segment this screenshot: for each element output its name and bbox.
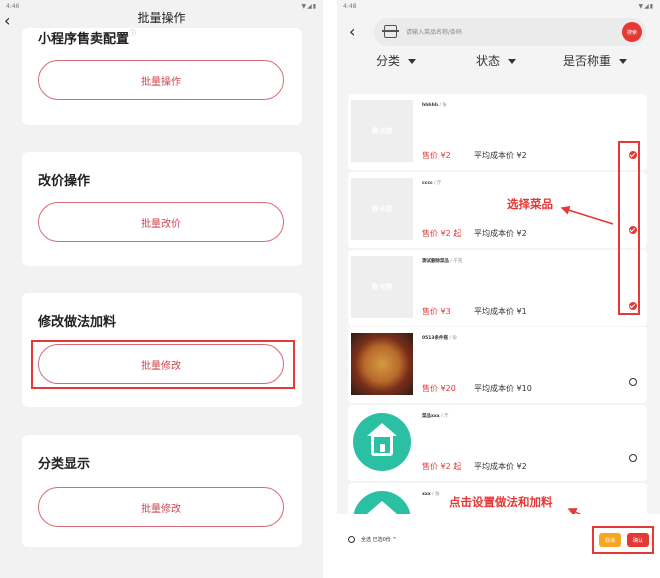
list-item[interactable]: 收卡控 hhhhh / 份 售价 ¥2 平均成本价 ¥2 (348, 94, 647, 170)
dish-image (351, 411, 413, 473)
dish-name: 0513条件搭 / 份 (422, 336, 457, 341)
status-icons: ▼◢▮ (638, 3, 654, 10)
card-title: 分类显示 (38, 457, 91, 472)
dish-cost: 平均成本价 ¥10 (474, 384, 532, 393)
left-screen: 4:46 ▼◢▮ ‹ 批量操作 小程序售卖配置ⓘ 批量操作 改价操作 批量改价 … (0, 0, 323, 578)
dish-price: 售价 ¥20 (422, 384, 456, 393)
dropdown-icon (619, 59, 628, 64)
dish-cost: 平均成本价 ¥2 (474, 462, 527, 471)
list-item[interactable]: 0513条件搭 / 份 售价 ¥20 平均成本价 ¥10 (348, 327, 647, 403)
dish-name: cccc / 斤 (422, 181, 442, 186)
search-header: ‹ 请输入菜品名称/条码 搜索 (337, 14, 660, 48)
filter-status[interactable]: 状态 (476, 52, 517, 69)
highlight-box (31, 340, 295, 389)
info-icon[interactable]: ⓘ (129, 29, 136, 37)
page-title: 批量操作 (137, 11, 186, 25)
select-all-label[interactable]: 全选 已选0份 ^ (361, 536, 397, 543)
batch-category-button[interactable]: 批量修改 (38, 487, 284, 527)
select-all-radio[interactable] (348, 536, 355, 543)
dish-cost: 平均成本价 ¥2 (474, 229, 527, 238)
card-title: 改价操作 (38, 174, 91, 189)
dish-price: 售价 ¥2 起 (422, 462, 462, 471)
back-arrow-icon[interactable]: ‹ (349, 22, 355, 41)
search-button[interactable]: 搜索 (622, 22, 642, 42)
dish-name: 测试删除菜品 / 千克 (422, 259, 463, 264)
dish-image: 收卡控 (351, 100, 413, 162)
dish-name: hhhhh / 份 (422, 103, 447, 108)
search-input[interactable]: 请输入菜品名称/条码 (406, 27, 462, 36)
dish-price: 售价 ¥2 (422, 151, 451, 160)
scan-icon[interactable] (382, 25, 399, 38)
filter-bar: 分类 状态 是否称重 (337, 52, 660, 76)
search-bar[interactable]: 请输入菜品名称/条码 搜索 (374, 18, 646, 46)
dish-image: 收卡控 (351, 178, 413, 240)
card-price-change: 改价操作 批量改价 (22, 152, 302, 266)
status-bar: 4:48 ▼◢▮ (337, 0, 660, 12)
list-item[interactable]: 菜品xxx / 斤 售价 ¥2 起 平均成本价 ¥2 (348, 405, 647, 481)
dropdown-icon (408, 59, 417, 64)
back-arrow-icon[interactable]: ‹ (4, 11, 10, 30)
card-category-display: 分类显示 批量修改 (22, 435, 302, 547)
dish-photo (351, 333, 413, 395)
filter-category[interactable]: 分类 (376, 52, 417, 69)
filter-weighing[interactable]: 是否称重 (563, 52, 628, 69)
annotation-set-method: 点击设置做法和加料 (449, 495, 553, 509)
batch-operate-button[interactable]: 批量操作 (38, 60, 284, 100)
highlight-box (618, 141, 640, 315)
dish-cost: 平均成本价 ¥2 (474, 151, 527, 160)
home-icon (353, 413, 411, 471)
dish-cost: 平均成本价 ¥1 (474, 307, 527, 316)
dropdown-icon (508, 59, 517, 64)
list-item[interactable]: 收卡控 测试删除菜品 / 千克 售价 ¥3 平均成本价 ¥1 (348, 250, 647, 326)
batch-price-button[interactable]: 批量改价 (38, 202, 284, 242)
dish-price: 售价 ¥3 (422, 307, 451, 316)
status-time: 4:48 (343, 3, 357, 10)
annotation-select-dishes: 选择菜品 (507, 197, 553, 211)
card-miniprogram-sale: 小程序售卖配置ⓘ 批量操作 (22, 28, 302, 125)
right-screen: 4:48 ▼◢▮ ‹ 请输入菜品名称/条码 搜索 分类 状态 是否称重 收卡控 … (337, 0, 660, 578)
radio-icon[interactable] (629, 378, 637, 386)
list-item[interactable]: 收卡控 cccc / 斤 售价 ¥2 起 平均成本价 ¥2 (348, 172, 647, 248)
card-title: 修改做法加料 (38, 315, 117, 330)
radio-icon[interactable] (629, 454, 637, 462)
dish-name: 菜品xxx / 斤 (422, 414, 449, 419)
highlight-box (592, 526, 654, 554)
dish-price: 售价 ¥2 起 (422, 229, 462, 238)
dish-name: xxx / 份 (422, 492, 440, 497)
dish-image: 收卡控 (351, 256, 413, 318)
card-title: 小程序售卖配置ⓘ (38, 29, 137, 47)
